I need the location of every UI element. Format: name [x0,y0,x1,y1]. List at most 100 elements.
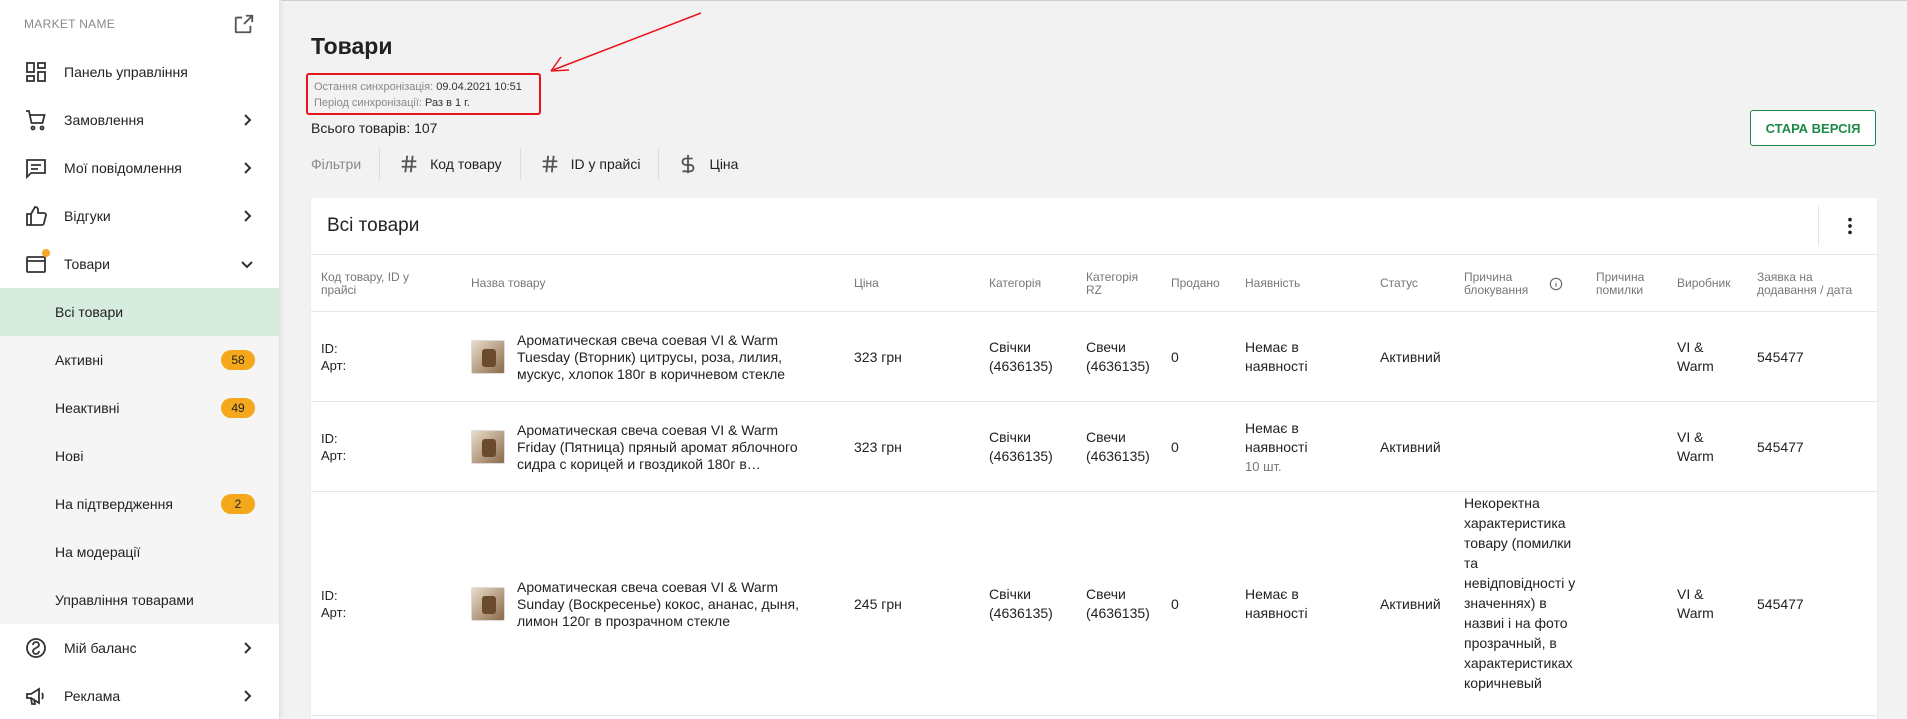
count-badge: 2 [221,494,255,514]
dollar-icon [682,154,695,174]
cell-availability: Немає в наявності [1245,339,1308,374]
submenu-moderation[interactable]: На модерації [0,528,279,576]
market-name: MARKET NAME [24,17,116,31]
filter-price-id[interactable]: ID у прайсі [521,148,660,180]
submenu-label: Активні [55,352,104,368]
filter-label: ID у прайсі [570,156,641,172]
col-block-reason-label[interactable]: Причина блокування [1464,270,1539,297]
product-name-link[interactable]: Ароматическая свеча соевая VI & Warm Tue… [517,332,817,383]
table-header: Код товару, ID у прайсі Назва товару Цін… [311,255,1877,312]
cell-status: Активний [1380,348,1441,365]
cell-sold: 0 [1171,348,1179,365]
cell-sold: 0 [1171,595,1179,612]
products-table-card: Всі товари Код товару, ID у прайсі Назва… [311,198,1877,719]
cell-manufacturer: VI & Warm [1677,586,1714,621]
sync-last-value: 09.04.2021 10:51 [436,81,522,93]
filters-label: Фільтри [311,148,381,180]
cell-request: 545477 [1757,595,1804,612]
col-request[interactable]: Заявка на додавання / дата [1757,255,1872,312]
sidebar-item-orders[interactable]: Замовлення [0,96,279,144]
submenu-new[interactable]: Нові [0,432,279,480]
col-category[interactable]: Категорія [989,255,1069,312]
sidebar-item-dashboard[interactable]: Панель управління [0,48,279,96]
cell-product: Ароматическая свеча соевая VI & Warm Sun… [471,492,817,716]
submenu-active[interactable]: Активні 58 [0,336,279,384]
product-name-link[interactable]: Ароматическая свеча соевая VI & Warm Sun… [517,579,817,630]
products-submenu: Всі товари Активні 58 Неактивні 49 Нові … [0,288,279,624]
sidebar-item-label: Замовлення [64,112,144,128]
col-status[interactable]: Статус [1380,255,1450,312]
sync-last-label: Остання синхронізація: [314,81,434,93]
art-label: Арт: [321,358,347,373]
sidebar-item-label: Мої повідомлення [64,160,182,176]
sync-info: Остання синхронізація: 09.04.2021 10:51 … [306,73,541,115]
cell-code: ID: Арт: [321,492,431,716]
chevron-right-icon [244,690,252,702]
cell-category-rz: Свечи (4636135) [1086,339,1150,374]
cell-manufacturer: VI & Warm [1677,429,1714,464]
submenu-label: Всі товари [55,304,124,320]
submenu-pending-confirmation[interactable]: На підтвердження 2 [0,480,279,528]
cell-block-reason: Некоректна характеристика товару (помилк… [1464,495,1576,691]
market-header: MARKET NAME [0,0,279,48]
col-code[interactable]: Код товару, ID у прайсі [321,255,431,312]
cell-sold: 0 [1171,438,1179,455]
cell-code: ID: Арт: [321,312,431,402]
product-thumbnail[interactable] [471,587,505,621]
info-icon[interactable] [1549,277,1563,291]
filter-label: Ціна [709,156,739,172]
old-version-button[interactable]: СТАРА ВЕРСІЯ [1750,110,1876,146]
more-vertical-icon[interactable] [1839,215,1861,237]
cell-category-rz: Свечи (4636135) [1086,586,1150,621]
table-title: Всі товари [327,215,420,236]
sidebar-item-label: Товари [64,256,110,272]
submenu-all-products[interactable]: Всі товари [0,288,279,336]
col-category-rz[interactable]: Категорія RZ [1086,255,1156,312]
submenu-product-management[interactable]: Управління товарами [0,576,279,624]
hash-icon [401,155,417,173]
col-availability[interactable]: Наявність [1245,255,1345,312]
message-icon [26,159,46,180]
col-block-reason: Причина блокування [1464,255,1594,312]
col-error-reason[interactable]: Причина помилки [1596,255,1666,312]
sidebar-item-label: Мій баланс [64,640,137,656]
sidebar: MARKET NAME Панель управління Замовлення… [0,0,280,719]
cell-availability: Немає в наявності 10 шт. [1245,402,1335,492]
product-name-link[interactable]: Ароматическая свеча соевая VI & Warm Fri… [517,422,817,473]
col-name[interactable]: Назва товару [471,255,671,312]
submenu-inactive[interactable]: Неактивні 49 [0,384,279,432]
table-row[interactable]: ID: Арт: Ароматическая свеча соевая VI &… [311,492,1877,716]
product-thumbnail[interactable] [471,340,505,374]
submenu-label: Нові [55,448,84,464]
sync-period: Період синхронізації: Раз в 1 г. [314,95,533,111]
filters-bar: Фільтри Код товару ID у прайсі Ціна [311,148,756,180]
external-link-icon[interactable] [233,13,255,35]
id-label: ID: [321,431,338,446]
id-label: ID: [321,588,338,603]
col-sold[interactable]: Продано [1171,255,1241,312]
sidebar-item-products[interactable]: Товари [0,240,279,288]
sidebar-item-messages[interactable]: Мої повідомлення [0,144,279,192]
cell-status: Активний [1380,595,1441,612]
availability-qty: 10 шт. [1245,458,1282,474]
sidebar-item-balance[interactable]: Мій баланс [0,624,279,672]
filter-product-code[interactable]: Код товару [380,148,521,180]
col-manufacturer[interactable]: Виробник [1677,255,1747,312]
filter-price[interactable]: Ціна [659,148,756,180]
notification-dot [42,249,50,257]
thumbs-up-icon [26,206,47,226]
chevron-right-icon [244,114,252,126]
cell-category-rz: Свечи (4636135) [1086,429,1150,464]
sync-last: Остання синхронізація: 09.04.2021 10:51 [314,79,533,95]
table-row[interactable]: ID: Арт: Ароматическая свеча соевая VI &… [311,312,1877,402]
cell-category: Свічки (4636135) [989,429,1053,464]
col-price[interactable]: Ціна [854,255,934,312]
cell-request: 545477 [1757,348,1804,365]
table-row[interactable]: ID: Арт: Ароматическая свеча соевая VI &… [311,402,1877,492]
chevron-right-icon [244,642,252,654]
sidebar-item-reviews[interactable]: Відгуки [0,192,279,240]
annotation-arrow [550,12,702,72]
sidebar-item-label: Панель управління [64,64,188,80]
sidebar-item-ads[interactable]: Реклама [0,672,279,719]
product-thumbnail[interactable] [471,430,505,464]
